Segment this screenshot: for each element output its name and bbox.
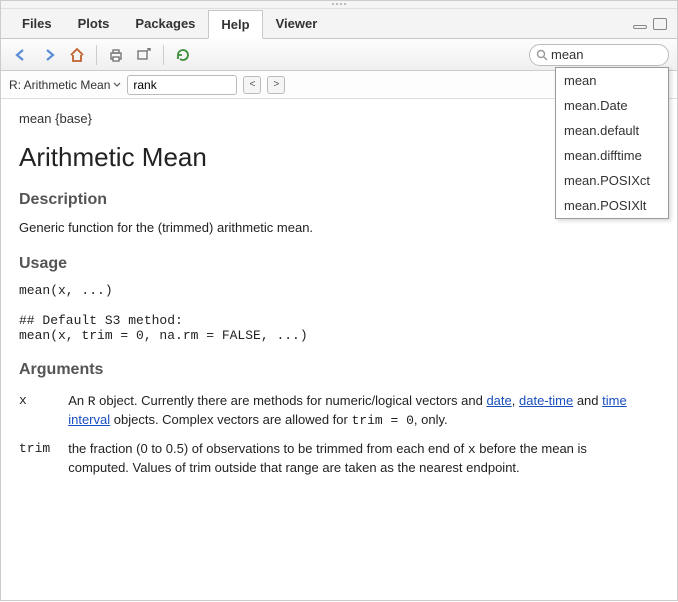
link-date-time[interactable]: date-time [519, 393, 573, 408]
pane-tabbar: Files Plots Packages Help Viewer [1, 9, 677, 39]
forward-button[interactable] [37, 44, 61, 66]
arg-x-desc: An R object. Currently there are methods… [68, 389, 657, 436]
topic-label-text: R: Arithmetic Mean [9, 78, 110, 92]
minimize-pane-icon[interactable] [633, 25, 647, 29]
link-date[interactable]: date [486, 393, 511, 408]
refresh-button[interactable] [171, 44, 195, 66]
description-text: Generic function for the (trimmed) arith… [19, 219, 657, 237]
autocomplete-item[interactable]: mean.POSIXlt [556, 193, 668, 218]
help-search-input[interactable] [551, 47, 678, 62]
tab-packages[interactable]: Packages [122, 9, 208, 38]
usage-code: mean(x, ...) ## Default S3 method: mean(… [19, 283, 657, 343]
chevron-down-icon [113, 82, 121, 88]
print-button[interactable] [104, 44, 128, 66]
tab-viewer[interactable]: Viewer [263, 9, 331, 38]
tab-plots[interactable]: Plots [65, 9, 123, 38]
autocomplete-item[interactable]: mean.POSIXct [556, 168, 668, 193]
pane-drag-handle[interactable] [1, 1, 677, 9]
tab-files[interactable]: Files [9, 9, 65, 38]
section-usage: Usage [19, 255, 657, 273]
search-autocomplete-popup: meanmean.Datemean.defaultmean.difftimeme… [555, 67, 669, 219]
topic-dropdown[interactable]: R: Arithmetic Mean [9, 78, 121, 92]
home-button[interactable] [65, 44, 89, 66]
autocomplete-item[interactable]: mean.difftime [556, 143, 668, 168]
doc-pkg-left: mean {base} [19, 111, 92, 126]
search-icon [536, 49, 548, 61]
autocomplete-item[interactable]: mean.default [556, 118, 668, 143]
find-next-button[interactable]: > [267, 76, 285, 94]
arguments-table: x An R object. Currently there are metho… [19, 389, 657, 483]
maximize-pane-icon[interactable] [653, 18, 667, 30]
new-window-button[interactable] [132, 44, 156, 66]
table-row: x An R object. Currently there are metho… [19, 389, 657, 436]
section-arguments: Arguments [19, 361, 657, 379]
tab-help[interactable]: Help [208, 10, 262, 39]
help-search-box[interactable] [529, 44, 669, 66]
arg-trim-name: trim [19, 437, 68, 483]
find-prev-button[interactable]: < [243, 76, 261, 94]
autocomplete-item[interactable]: mean [556, 68, 668, 93]
back-button[interactable] [9, 44, 33, 66]
find-in-topic-input[interactable] [127, 75, 237, 95]
arg-trim-desc: the fraction (0 to 0.5) of observations … [68, 437, 657, 483]
arg-x-name: x [19, 389, 68, 436]
autocomplete-item[interactable]: mean.Date [556, 93, 668, 118]
table-row: trim the fraction (0 to 0.5) of observat… [19, 437, 657, 483]
